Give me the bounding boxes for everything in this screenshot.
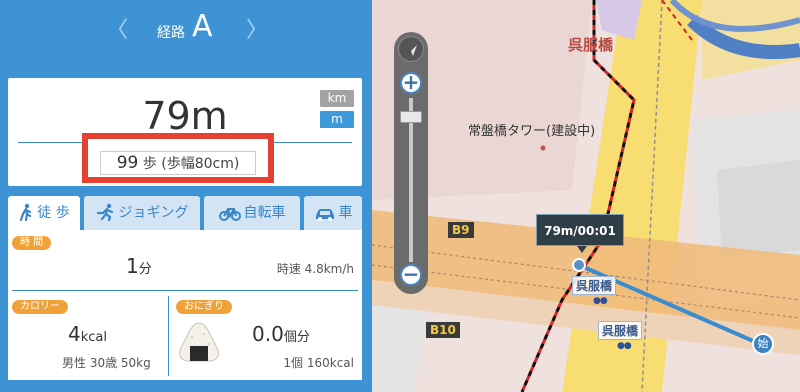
calorie-number: 4: [68, 322, 81, 346]
bus-stop-label[interactable]: 呉服橋: [598, 321, 643, 340]
rice-value: 0.0個分: [252, 322, 310, 346]
unit-m-button[interactable]: m: [320, 111, 354, 128]
tooltip-tail: [577, 246, 587, 253]
route-panel: 〈 経路 A 〉 79m km m 99 歩 (歩幅80cm) 徒 歩 ジョギン…: [0, 0, 372, 392]
destination-marker[interactable]: [572, 258, 586, 272]
speed-text: 時速 4.8km/h: [276, 262, 354, 276]
car-icon: [315, 209, 334, 221]
tab-walk[interactable]: 徒 歩: [8, 196, 80, 230]
tab-car[interactable]: 車: [304, 196, 362, 230]
time-value: 1分: [126, 254, 152, 278]
stride-info: (歩幅80cm): [161, 156, 240, 172]
route-letter: A: [192, 9, 213, 44]
unit-km-button[interactable]: km: [320, 90, 354, 107]
map-label-gofukubashi: 呉服橋: [568, 36, 614, 54]
steps-unit: 歩: [138, 156, 162, 172]
time-label: 時 間: [12, 236, 52, 250]
bus-stop-label[interactable]: 呉服橋: [572, 276, 617, 295]
transport-tabs: 徒 歩 ジョギング 自転車 車: [8, 196, 362, 230]
zoom-out-button[interactable]: −: [400, 264, 422, 286]
chevron-left-icon[interactable]: 〈: [106, 12, 128, 44]
steps-highlight: 99 歩 (歩幅80cm): [82, 133, 274, 183]
steps-count: 99: [116, 153, 139, 173]
zoom-control: + −: [394, 32, 428, 294]
calorie-basis: 男性 30歳 50kg: [62, 356, 151, 370]
distance-value: 79m: [142, 94, 228, 138]
rice-number: 0.0: [252, 322, 284, 346]
rice-label: おにぎり: [176, 300, 232, 314]
bicycle-icon: [218, 208, 241, 221]
distance-card: 79m km m 99 歩 (歩幅80cm): [8, 78, 362, 186]
tab-jogging[interactable]: ジョギング: [84, 196, 200, 230]
tab-walk-label: 徒 歩: [37, 205, 70, 221]
zoom-slider-handle[interactable]: [400, 111, 422, 123]
walk-icon: [20, 203, 32, 222]
calorie-unit: kcal: [80, 330, 107, 345]
steps-info: 99 歩 (歩幅80cm): [100, 151, 256, 175]
route-tooltip: 79m/00:01: [536, 214, 624, 246]
bus-stop-icon: ●●: [593, 296, 608, 306]
rice-basis: 1個 160kcal: [283, 356, 354, 370]
route-header: 〈 経路 A 〉: [0, 0, 372, 62]
exit-label-b10: B10: [426, 322, 460, 338]
rice-unit: 個分: [283, 330, 310, 345]
chevron-right-icon[interactable]: 〉: [246, 12, 268, 44]
tab-bicycle-label: 自転車: [243, 205, 286, 221]
stats-card: 時 間 1分 時速 4.8km/h カロリー 4kcal 男性 30歳 50kg…: [8, 230, 362, 380]
divider: [12, 290, 358, 291]
calorie-value: 4kcal: [68, 322, 107, 346]
map-view[interactable]: 呉服橋 常盤橋タワー(建設中) B9 B10 呉服橋 ●● 呉服橋 ●● 79m…: [372, 0, 800, 392]
tab-car-label: 車: [338, 205, 353, 221]
time-number: 1: [126, 254, 139, 278]
divider: [168, 296, 169, 376]
calorie-label: カロリー: [12, 300, 68, 314]
onigiri-icon: [179, 322, 219, 362]
start-marker[interactable]: 始: [752, 333, 774, 355]
tab-jogging-label: ジョギング: [118, 205, 189, 221]
tab-bicycle[interactable]: 自転車: [204, 196, 300, 230]
compass-arrow-icon[interactable]: [398, 36, 424, 62]
bus-stop-icon: ●●: [617, 341, 632, 351]
map-label-tower: 常盤橋タワー(建設中): [468, 124, 596, 139]
zoom-in-button[interactable]: +: [400, 72, 422, 94]
jog-icon: [96, 203, 113, 222]
time-unit: 分: [138, 262, 152, 277]
route-label: 経路: [157, 25, 185, 41]
exit-label-b9: B9: [448, 222, 474, 238]
